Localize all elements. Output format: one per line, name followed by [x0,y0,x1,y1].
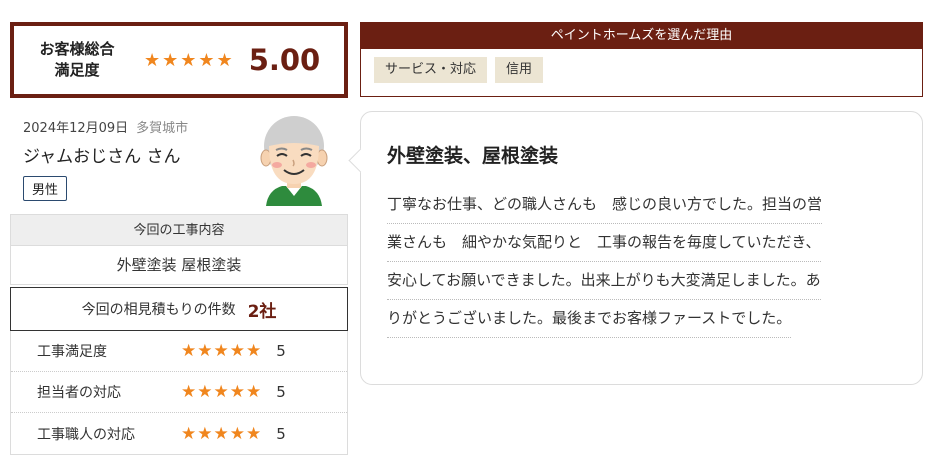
rating-value: 5 [276,342,286,360]
rating-value: 5 [276,383,286,401]
competitive-quotes-count: 2社 [247,301,277,322]
star-rating: ★★★★★ [181,382,263,402]
rating-label: 担当者の対応 [37,385,121,401]
work-content-value: 外壁塗装 屋根塗装 [116,256,242,274]
reviewer-city: 多賀城市 [136,121,189,136]
rating-label: 工事職人の対応 [37,426,135,443]
review-text-line: 業さんも 細やかな気配りと 工事の報告を毎度していただき、 [387,224,821,262]
selection-reason-header: ペイントホームズを選んだ理由 [361,23,922,49]
review-text-line: 安心してお願いできました。出来上がりも大変満足しました。あ [387,262,821,300]
gender-badge: 男性 [23,176,68,201]
overall-satisfaction-label: お客様総合 満足度 [39,40,115,79]
review-text-line: りがとうございました。最後までお客様ファーストでした。 [387,300,792,338]
review-title: 外壁塗装、屋根塗装 [387,145,559,167]
smiling-man-avatar-icon [260,112,328,206]
rating-row: 工事満足度 ★★★★★ 5 [11,331,347,372]
competitive-quotes-label: 今回の相見積もりの件数 [81,302,236,318]
star-rating: ★★★★★ [181,423,263,444]
overall-score: 5.00 [248,43,321,77]
rating-value: 5 [276,424,286,443]
reason-tag: サービス・対応 [374,57,488,83]
work-content-box: 今回の工事内容 外壁塗装 屋根塗装 [10,214,348,285]
reviewer-info: 2024年12月09日 多賀城市 ジャムおじさん さん 男性 [23,117,188,201]
review-date-line: 2024年12月09日 多賀城市 [23,117,188,136]
rating-label: 工事満足度 [37,344,107,360]
reason-tag: 信用 [495,57,544,83]
work-content-header: 今回の工事内容 [11,215,347,246]
selection-reason-tags: サービス・対応 信用 [361,49,922,91]
review-date: 2024年12月09日 [23,121,129,136]
rating-row: 工事職人の対応 ★★★★★ 5 [11,413,347,454]
star-rating: ★★★★★ [181,341,263,361]
competitive-quotes-box: 今回の相見積もりの件数 2社 [10,287,348,331]
review-bubble: 外壁塗装、屋根塗装 丁寧なお仕事、どの職人さんも 感じの良い方でした。担当の営 … [360,111,923,385]
overall-star-rating: ★★★★★ [144,49,235,71]
reviewer-name: ジャムおじさん さん [23,147,181,167]
selection-reason-box: ペイントホームズを選んだ理由 サービス・対応 信用 [360,22,923,97]
overall-satisfaction-box: お客様総合 満足度 ★★★★★ 5.00 [10,22,348,98]
rating-row: 担当者の対応 ★★★★★ 5 [11,372,347,413]
review-text-line: 丁寧なお仕事、どの職人さんも 感じの良い方でした。担当の営 [387,186,823,224]
ratings-list: 工事満足度 ★★★★★ 5 担当者の対応 ★★★★★ 5 工事職人の対応 ★★★… [10,331,348,455]
review-text: 丁寧なお仕事、どの職人さんも 感じの良い方でした。担当の営 業さんも 細やかな気… [387,186,899,338]
